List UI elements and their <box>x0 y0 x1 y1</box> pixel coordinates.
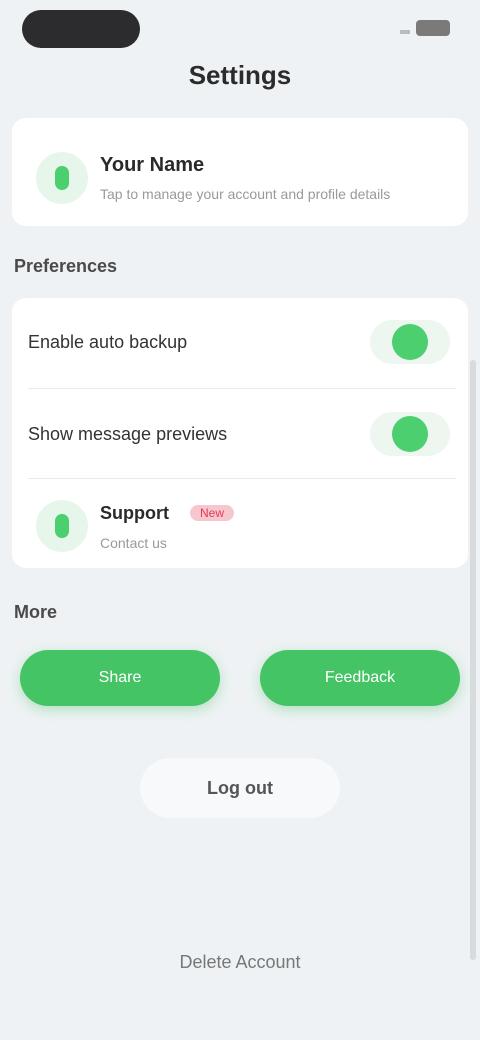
share-button[interactable]: Share <box>20 650 220 706</box>
section-preferences-label: Preferences <box>14 256 118 276</box>
section-more-label: More <box>14 602 58 622</box>
status-icons <box>400 20 450 36</box>
support-label[interactable]: Support <box>100 503 169 524</box>
signal-icon <box>400 22 410 34</box>
account-subtitle: Tap to manage your account and profile d… <box>100 186 391 202</box>
toggle-knob <box>392 324 428 360</box>
scrollbar[interactable] <box>470 360 476 960</box>
support-subtitle: Contact us <box>100 535 167 551</box>
feedback-button[interactable]: Feedback <box>260 650 460 706</box>
account-name: Your Name <box>100 154 205 176</box>
logout-button[interactable]: Log out <box>140 758 340 818</box>
backup-toggle[interactable] <box>370 320 450 364</box>
divider <box>28 388 456 389</box>
divider <box>28 478 456 479</box>
delete-account-link[interactable]: Delete Account <box>0 952 480 973</box>
dynamic-island <box>22 10 140 48</box>
previews-toggle[interactable] <box>370 412 450 456</box>
toggle-knob <box>392 416 428 452</box>
page-title: Settings <box>188 60 292 90</box>
status-bar <box>0 0 480 60</box>
battery-icon <box>416 20 450 36</box>
new-badge: New <box>190 505 235 521</box>
phone-icon <box>36 500 88 552</box>
phone-icon <box>36 152 88 204</box>
previews-toggle-label: Show message previews <box>28 424 228 444</box>
backup-toggle-label: Enable auto backup <box>28 332 188 352</box>
